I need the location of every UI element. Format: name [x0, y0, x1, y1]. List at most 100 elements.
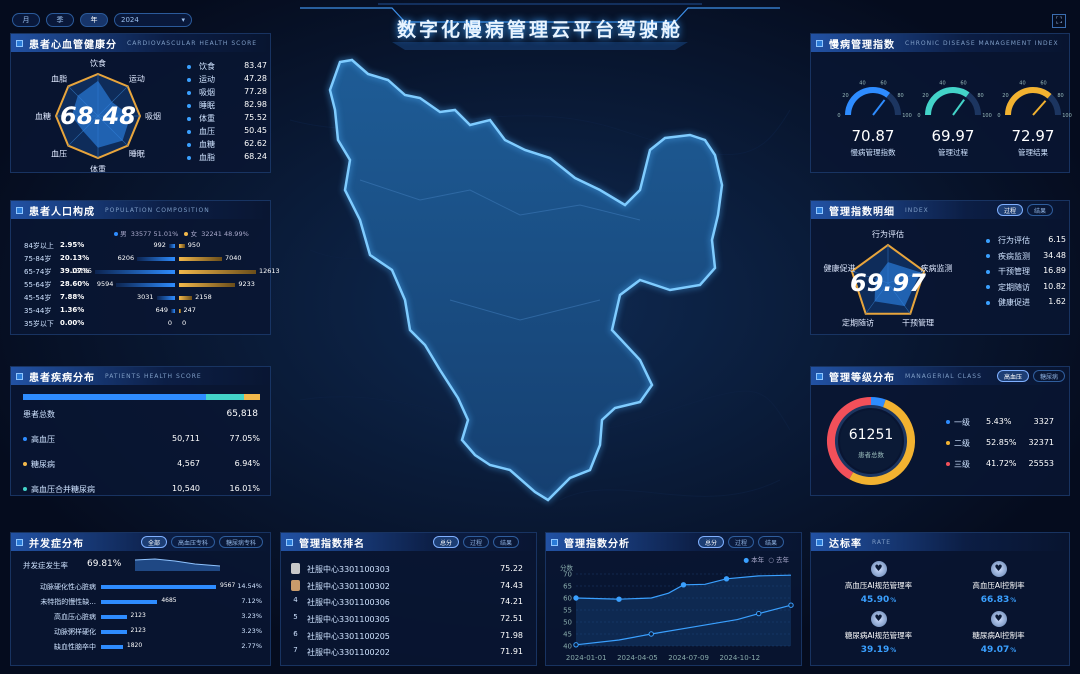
female-count: 9233: [238, 280, 255, 288]
tab-diabetes[interactable]: 糖尿病专科: [219, 536, 264, 548]
panel-subtitle: MANAGERIAL CLASS: [905, 372, 982, 380]
gauge-needle: [872, 99, 886, 116]
detail-value: 34.48: [1043, 250, 1066, 260]
tab-result[interactable]: 结果: [1027, 204, 1054, 216]
level-count: 25553: [1028, 459, 1054, 468]
series-point: [616, 596, 622, 602]
radar-score: 69.97: [850, 269, 926, 297]
gauge-tick: 40: [1019, 81, 1025, 87]
tab-process[interactable]: 过程: [997, 204, 1024, 216]
tab-total[interactable]: 总分: [433, 536, 460, 548]
score-value: 83.47: [244, 61, 267, 70]
gauge-tick: 80: [977, 93, 983, 99]
center-score: 75.22: [500, 564, 523, 573]
gauge-tick: 20: [842, 93, 848, 99]
rate-label: 高血压AI控制率: [972, 581, 1025, 590]
x-tick-label: 2024-01-01: [566, 654, 607, 662]
male-count: 13105: [71, 267, 92, 275]
level-label: 二级: [954, 439, 970, 448]
complication-label: 高血压心脏病: [54, 613, 96, 621]
tab-hypertension[interactable]: 高血压: [997, 370, 1030, 382]
rate-value-wrap: 39.19%: [821, 645, 936, 655]
panel-title: 管理等级分布: [829, 372, 895, 384]
score-item: 吸烟 77.28: [187, 87, 267, 100]
rate-item: ♥ 高血压AI控制率 66.83%: [941, 561, 1056, 605]
detail-value: 6.15: [1048, 235, 1066, 244]
disease-item: 高血压 50,711 77.05%: [23, 434, 260, 459]
tab-hypertension[interactable]: 高血压专科: [171, 536, 216, 548]
score-value: 47.28: [244, 74, 267, 83]
panel-title: 患者疾病分布: [29, 372, 95, 384]
score-item: 体重 75.52: [187, 113, 267, 126]
detail-value: 16.89: [1043, 266, 1066, 275]
medal-icon: [291, 579, 300, 591]
female-bar: [179, 244, 185, 248]
population-row: 75-84岁 20.13% 6206 7040: [11, 252, 272, 265]
detail-label: 疾病监测: [998, 251, 1030, 261]
rate-value: 39.19: [860, 645, 890, 655]
level-count: 3327: [1033, 417, 1054, 426]
detail-value: 1.62: [1048, 297, 1066, 306]
detail-item: 干预管理 16.89: [986, 266, 1066, 282]
detail-label: 定期随访: [998, 282, 1030, 292]
fullscreen-icon[interactable]: ⛶: [1052, 14, 1066, 28]
level-label: 一级: [954, 418, 970, 427]
complication-panel: 并发症分布 全部 高血压专科 糖尿病专科 并发症发生率 69.81% 动脉硬化性…: [10, 532, 271, 666]
bullet-icon: [187, 77, 191, 82]
female-pct: 48.99%: [223, 230, 249, 238]
score-label: 吸烟: [199, 88, 215, 97]
gauge-tick: 60: [1040, 81, 1046, 87]
gauge-tick: 0: [837, 113, 840, 119]
x-tick-label: 2024-07-09: [668, 654, 709, 662]
ranking-row: 4 社服中心3301100306 74.21: [291, 596, 531, 613]
age-pct: 1.36%: [60, 306, 85, 314]
gauge-label: 管理过程: [938, 148, 968, 157]
tab-all[interactable]: 全部: [141, 536, 168, 548]
bullet-icon: [23, 437, 27, 441]
gauge-needle: [1032, 100, 1047, 116]
center-name: 社服中心3301100205: [307, 631, 390, 641]
tab-process[interactable]: 过程: [463, 536, 490, 548]
complication-count: 4685: [161, 597, 177, 604]
score-value: 62.62: [244, 139, 267, 148]
tab-result[interactable]: 结果: [493, 536, 520, 548]
panel-subtitle: CARDIOVASCULAR HEALTH SCORE: [127, 39, 258, 47]
score-value: 75.52: [244, 113, 267, 122]
score-item-label: 吸烟: [187, 87, 215, 100]
male-bar: [116, 283, 175, 287]
complication-bar: [101, 645, 123, 649]
score-label: 体重: [199, 114, 215, 123]
total-label: 患者总数: [23, 410, 55, 419]
complication-label: 缺血性脑卒中: [54, 643, 96, 651]
complication-pct: 3.23%: [241, 627, 262, 635]
tab-result[interactable]: 结果: [758, 536, 785, 548]
population-row: 35-44岁 1.36% 649 247: [11, 304, 272, 317]
tab-process[interactable]: 过程: [728, 536, 755, 548]
title-marker-icon: [16, 372, 23, 380]
donut-segment: [870, 397, 886, 408]
complication-bar: [101, 630, 127, 634]
tab-diabetes[interactable]: 糖尿病: [1033, 370, 1066, 382]
center-score: 71.98: [500, 630, 523, 640]
detail-value: 10.82: [1043, 281, 1066, 291]
level-item: 一级 5.43% 3327: [946, 417, 1066, 438]
female-bar: [179, 270, 256, 274]
detail-item-label: 健康促进: [986, 297, 1030, 313]
rate-label: 糖尿病AI规范管理率: [844, 631, 913, 640]
score-value: 50.45: [244, 126, 267, 135]
y-tick-label: 60: [563, 595, 572, 603]
complication-label: 动脉粥样硬化: [54, 628, 96, 636]
complication-item: 动脉硬化性心脏病 9567 14.54%: [11, 581, 272, 596]
female-count: 2158: [195, 293, 212, 301]
rate-item: ♥ 糖尿病AI控制率 49.07%: [941, 611, 1056, 655]
complication-label: 动脉硬化性心脏病: [40, 583, 96, 591]
donut-total: 61251: [848, 427, 894, 443]
heart-shield-icon: ♥: [870, 611, 887, 627]
complication-count: 1820: [126, 642, 143, 649]
rate-value-wrap: 49.07%: [941, 645, 1056, 655]
detail-item-label: 干预管理: [986, 266, 1030, 282]
title-marker-icon: [16, 206, 23, 214]
gauge-tick: 100: [902, 113, 912, 119]
male-count: 649: [155, 306, 169, 314]
tab-total[interactable]: 总分: [698, 536, 725, 548]
